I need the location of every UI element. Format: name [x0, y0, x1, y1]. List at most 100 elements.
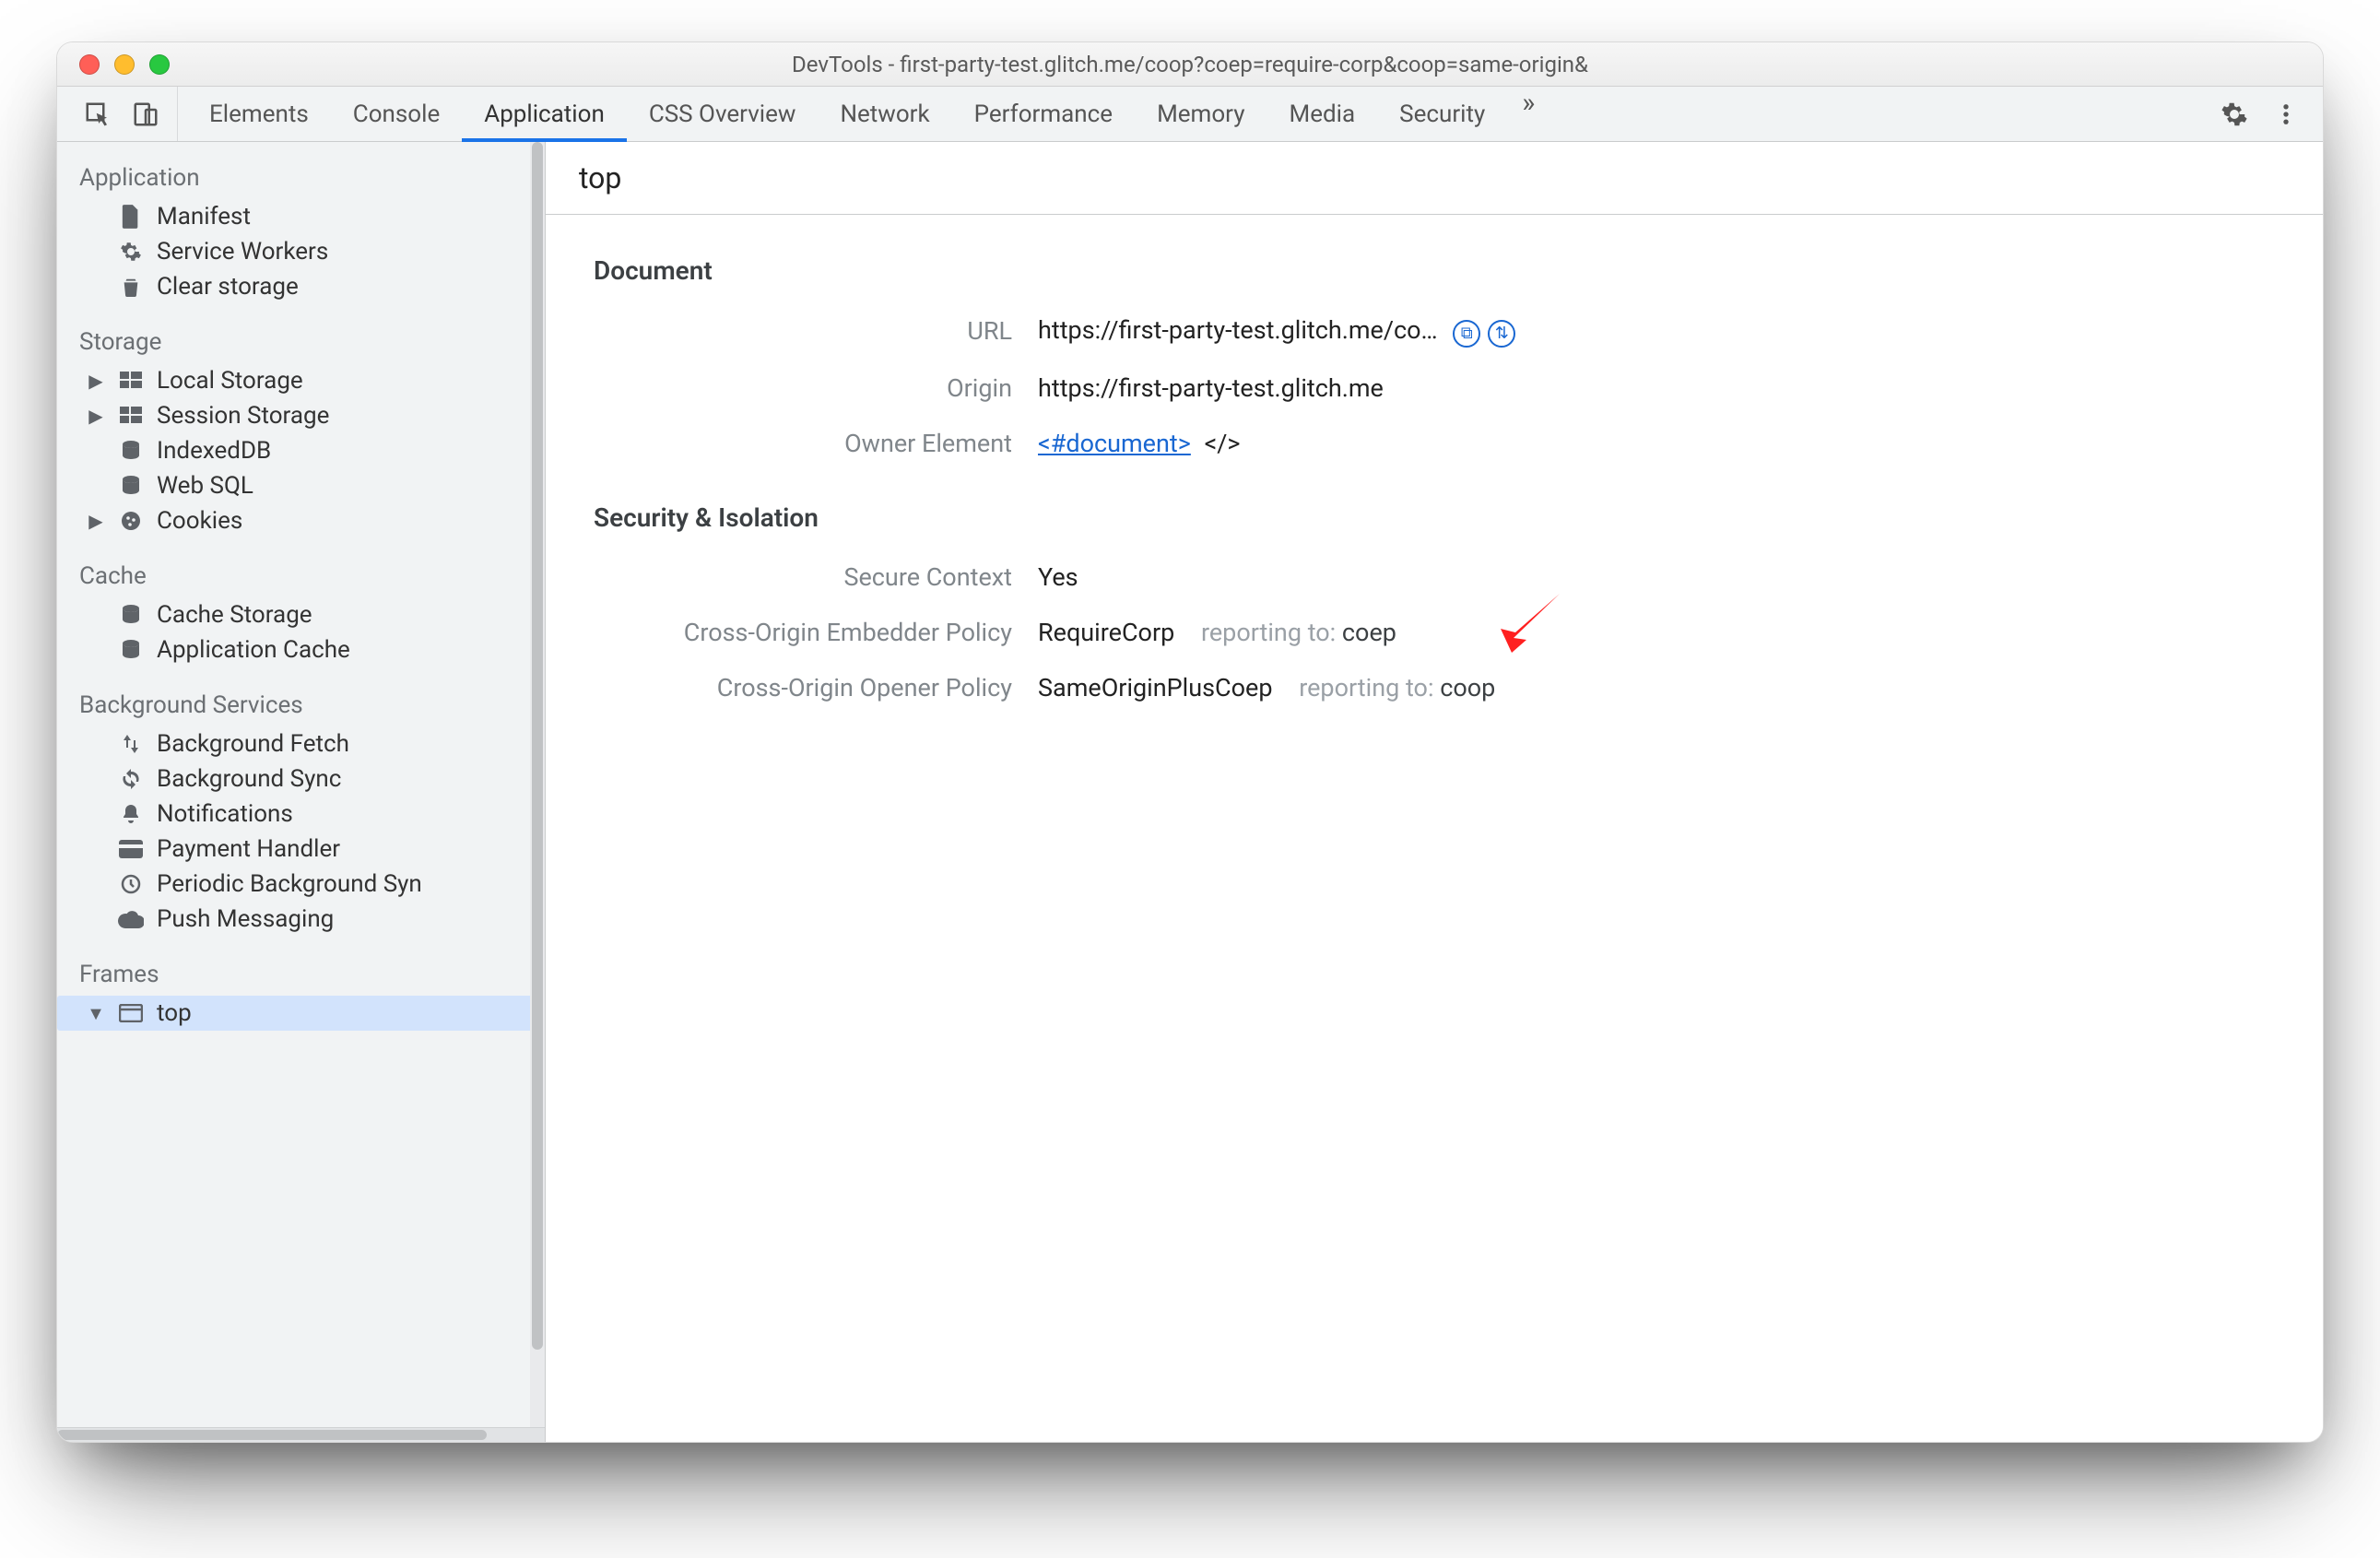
label-origin: Origin [546, 360, 1025, 416]
reveal-network-button[interactable]: ⇅ [1488, 320, 1515, 348]
tab-label: Memory [1157, 100, 1244, 128]
sidebar-item-label: Web SQL [157, 472, 253, 500]
sidebar-item-frame-top[interactable]: ▼ top [57, 996, 545, 1031]
sidebar-item-label: Session Storage [157, 402, 329, 430]
sidebar-item-manifest[interactable]: ▶ Manifest [57, 199, 545, 234]
sidebar-item-web-sql[interactable]: ▶ Web SQL [57, 468, 545, 503]
value-coep: RequireCorp [1038, 618, 1174, 647]
more-options-button[interactable] [2264, 92, 2308, 136]
more-tabs-button[interactable]: » [1507, 87, 1549, 141]
sidebar-horizontal-scrollbar[interactable] [57, 1427, 545, 1442]
tab-elements[interactable]: Elements [187, 87, 331, 141]
tab-memory[interactable]: Memory [1135, 87, 1267, 141]
grid-icon [118, 403, 144, 429]
tab-label: Console [353, 100, 440, 128]
clock-icon [118, 871, 144, 897]
coop-reporting: reporting to: coop [1299, 673, 1495, 702]
devtools-tabstrip: Elements Console Application CSS Overvie… [57, 87, 2323, 142]
toolbar-right [2212, 87, 2314, 141]
section-document-title: Document [546, 224, 2323, 302]
sidebar-item-cache-storage[interactable]: ▶ Cache Storage [57, 597, 545, 632]
sidebar-item-label: top [157, 999, 192, 1027]
value-secure-context: Yes [1038, 562, 1078, 592]
database-icon [118, 637, 144, 663]
sidebar-group-title: Background Services [57, 680, 545, 726]
collapse-icon[interactable]: ▼ [87, 1002, 105, 1025]
value-url: https://first-party-test.glitch.me/co… [1038, 315, 1438, 345]
card-icon [118, 836, 144, 862]
label-secure-context: Secure Context [546, 549, 1025, 605]
file-icon [118, 204, 144, 230]
sidebar-item-application-cache[interactable]: ▶ Application Cache [57, 632, 545, 667]
expand-icon[interactable]: ▶ [87, 370, 105, 392]
window-close-button[interactable] [79, 54, 100, 75]
sidebar-item-periodic-sync[interactable]: ▶ Periodic Background Syn [57, 867, 545, 902]
bell-icon [118, 801, 144, 827]
sidebar-group-application: Application ▶ Manifest ▶ Service Workers [57, 148, 545, 312]
database-icon [118, 438, 144, 464]
kebab-icon [2273, 101, 2299, 127]
sidebar-item-service-workers[interactable]: ▶ Service Workers [57, 234, 545, 269]
sidebar-item-label: Payment Handler [157, 835, 340, 863]
expand-icon[interactable]: ▶ [87, 510, 105, 532]
value-owner: <#document> [1038, 429, 1191, 458]
sidebar-group-cache: Cache ▶ Cache Storage ▶ Application Cach… [57, 546, 545, 675]
reveal-elements-button[interactable]: </> [1205, 429, 1241, 458]
tab-media[interactable]: Media [1267, 87, 1378, 141]
sidebar-item-label: Application Cache [157, 636, 350, 664]
grid-icon [118, 368, 144, 394]
tab-label: Security [1399, 100, 1485, 128]
inspect-element-icon[interactable] [76, 92, 120, 136]
window-title: DevTools - first-party-test.glitch.me/co… [57, 52, 2323, 77]
coep-reporting-label: reporting to: [1201, 618, 1336, 647]
sidebar-group-title: Storage [57, 317, 545, 363]
sidebar-item-label: Push Messaging [157, 905, 334, 933]
sidebar-item-notifications[interactable]: ▶ Notifications [57, 797, 545, 832]
expand-icon[interactable]: ▶ [87, 405, 105, 427]
devtools-window: DevTools - first-party-test.glitch.me/co… [56, 41, 2324, 1443]
window-maximize-button[interactable] [149, 54, 170, 75]
settings-button[interactable] [2212, 92, 2256, 136]
window-titlebar: DevTools - first-party-test.glitch.me/co… [57, 42, 2323, 87]
value-origin: https://first-party-test.glitch.me [1038, 373, 1384, 403]
database-icon [118, 473, 144, 499]
document-table: URL https://first-party-test.glitch.me/c… [546, 302, 2323, 471]
tab-application[interactable]: Application [462, 87, 627, 141]
tab-css-overview[interactable]: CSS Overview [627, 87, 819, 141]
database-icon [118, 602, 144, 628]
frame-title: top [546, 142, 2323, 215]
sidebar-group-title: Cache [57, 551, 545, 597]
copy-url-button[interactable]: ⧉ [1453, 320, 1480, 348]
sidebar-group-frames: Frames ▼ top [57, 944, 545, 1038]
sidebar-group-background-services: Background Services ▶ Background Fetch ▶… [57, 675, 545, 944]
tab-security[interactable]: Security [1377, 87, 1507, 141]
sidebar-item-background-fetch[interactable]: ▶ Background Fetch [57, 726, 545, 761]
sidebar-item-local-storage[interactable]: ▶ Local Storage [57, 363, 545, 398]
code-icon: </> [1205, 429, 1241, 458]
sidebar-item-label: Background Sync [157, 765, 341, 793]
clipboard-icon: ⧉ [1461, 324, 1473, 343]
sidebar-group-title: Application [57, 153, 545, 199]
sidebar-item-push-messaging[interactable]: ▶ Push Messaging [57, 902, 545, 937]
sidebar-item-background-sync[interactable]: ▶ Background Sync [57, 761, 545, 797]
tab-performance[interactable]: Performance [952, 87, 1135, 141]
sidebar-vertical-scrollbar[interactable] [530, 142, 545, 1427]
sidebar-item-clear-storage[interactable]: ▶ Clear storage [57, 269, 545, 304]
sidebar-item-session-storage[interactable]: ▶ Session Storage [57, 398, 545, 433]
toolbar-left [66, 87, 178, 141]
window-minimize-button[interactable] [114, 54, 135, 75]
sidebar-item-label: Cookies [157, 507, 242, 535]
owner-element-link[interactable]: <#document> [1038, 429, 1191, 458]
sync-icon [118, 766, 144, 792]
tab-label: Network [840, 100, 929, 128]
trash-icon [118, 274, 144, 300]
tab-console[interactable]: Console [331, 87, 462, 141]
sidebar-item-indexeddb[interactable]: ▶ IndexedDB [57, 433, 545, 468]
sidebar-item-payment-handler[interactable]: ▶ Payment Handler [57, 832, 545, 867]
sidebar-item-cookies[interactable]: ▶ Cookies [57, 503, 545, 538]
section-security-title: Security & Isolation [546, 471, 2323, 549]
tab-network[interactable]: Network [818, 87, 951, 141]
device-toggle-icon[interactable] [124, 92, 168, 136]
security-table: Secure Context Yes Cross-Origin Embedder… [546, 549, 2323, 715]
value-coop: SameOriginPlusCoep [1038, 673, 1273, 702]
